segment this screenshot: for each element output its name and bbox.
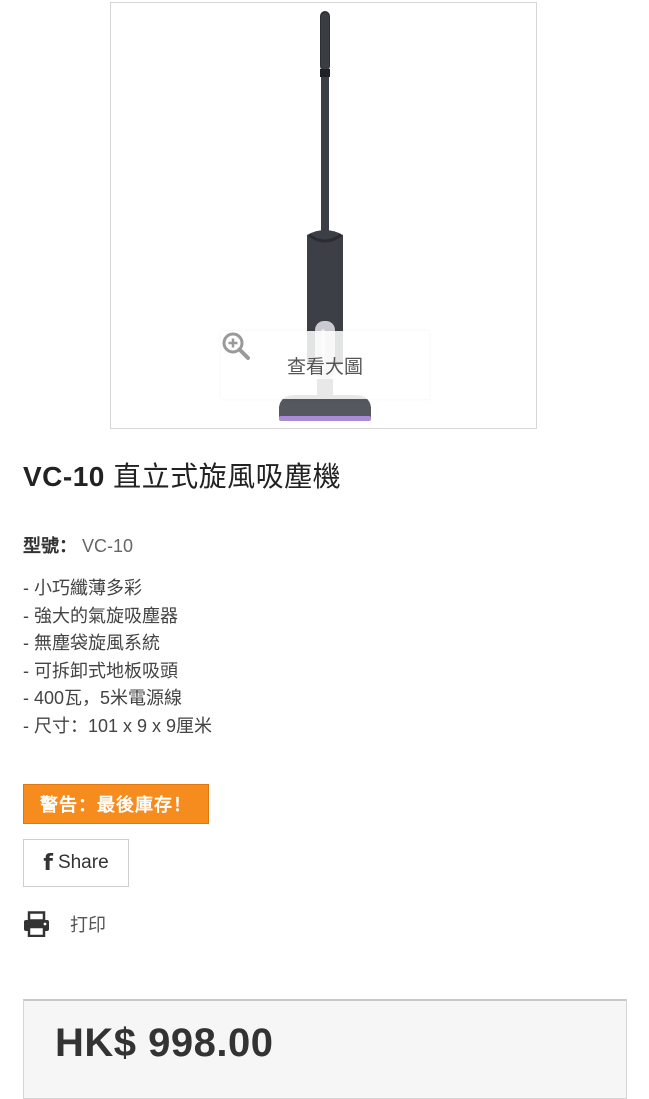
vacuum-pole-band	[320, 69, 330, 77]
printer-icon	[24, 911, 49, 937]
product-price: HK$ 998.00	[55, 1021, 274, 1065]
reference-value: VC-10	[82, 536, 134, 556]
product-features: - 小巧纖薄多彩 - 強大的氣旋吸塵器 - 無塵袋旋風系統 - 可拆卸式地板吸頭…	[23, 575, 212, 740]
feature-item: - 可拆卸式地板吸頭	[23, 660, 178, 681]
product-reference: 型號： VC-10	[23, 532, 133, 558]
product-image-frame[interactable]: 查看大圖	[110, 2, 537, 429]
share-label: Share	[57, 852, 109, 873]
feature-item: - 400瓦，5米電源線	[23, 688, 183, 708]
zoom-label: 查看大圖	[286, 356, 363, 378]
product-title: VC-10 直立式旋風吸塵機	[23, 455, 341, 495]
feature-item: - 尺寸：101 x 9 x 9厘米	[23, 715, 213, 736]
facebook-share-button[interactable]: f Share	[23, 839, 129, 887]
price-box: HK$ 998.00	[23, 999, 627, 1099]
print-link[interactable]: 打印	[23, 908, 106, 940]
reference-label: 型號：	[23, 536, 77, 556]
feature-item: - 小巧纖薄多彩	[23, 578, 142, 598]
print-label: 打印	[70, 915, 106, 935]
product-title-model: VC-10	[23, 461, 105, 492]
facebook-icon: f	[43, 850, 53, 876]
feature-item: - 無塵袋旋風系統	[23, 633, 160, 653]
product-title-name: 直立式旋風吸塵機	[113, 461, 342, 492]
zoom-button[interactable]: 查看大圖	[221, 331, 429, 399]
vacuum-pole	[321, 13, 329, 235]
stock-warning-badge: 警告：最後庫存！	[23, 784, 209, 824]
feature-item: - 強大的氣旋吸塵器	[23, 605, 178, 626]
magnifier-plus-icon	[222, 332, 250, 360]
vacuum-floor-head-strip	[279, 416, 371, 421]
